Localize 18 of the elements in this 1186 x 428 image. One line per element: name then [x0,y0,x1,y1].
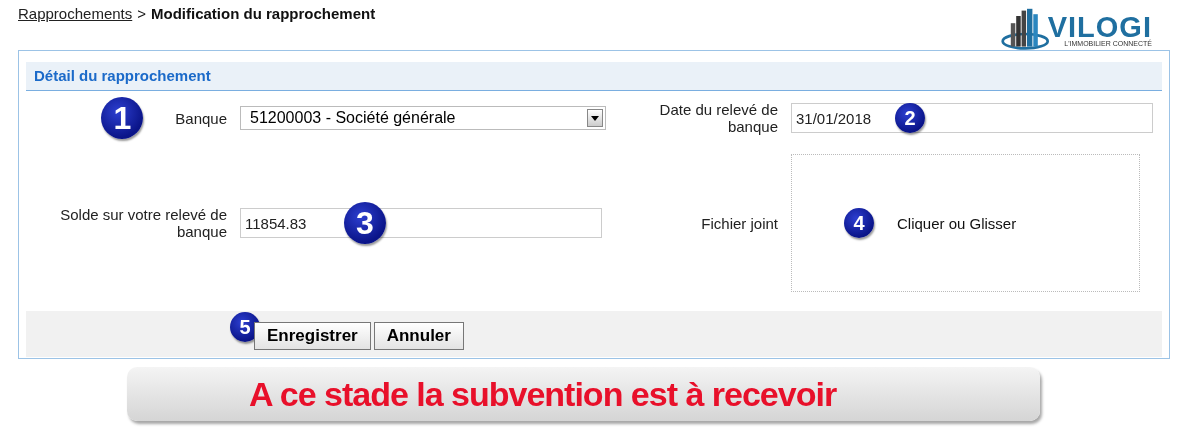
logo-wordmark: VILOGI [1047,14,1152,40]
number-badge: 4 [844,208,874,238]
banner-caption: A ce stade la subvention est à recevoir [127,367,1040,421]
cancel-button[interactable]: Annuler [373,322,464,350]
drop-zone-text: Cliquer ou Glisser [897,214,1017,232]
field-label: Date du relevé de banque [658,101,778,135]
field-label: Fichier joint [701,214,778,232]
file-drop-zone[interactable]: 4 Cliquer ou Glisser [791,154,1140,292]
number-badge: 1 [101,97,144,139]
select-field[interactable]: 51200003 - Société générale [240,106,606,130]
field-label: Banque [175,109,227,127]
breadcrumb-current: Modification du rapprochement [151,5,376,22]
breadcrumb-link[interactable]: Rapprochements [18,5,133,22]
breadcrumb-separator: > [137,5,146,22]
panel-title: Détail du rapprochement [26,62,1162,91]
save-button[interactable]: Enregistrer [254,322,371,350]
field-label: Solde sur votre relevé de banque [59,206,227,240]
number-badge: 3 [344,202,386,244]
